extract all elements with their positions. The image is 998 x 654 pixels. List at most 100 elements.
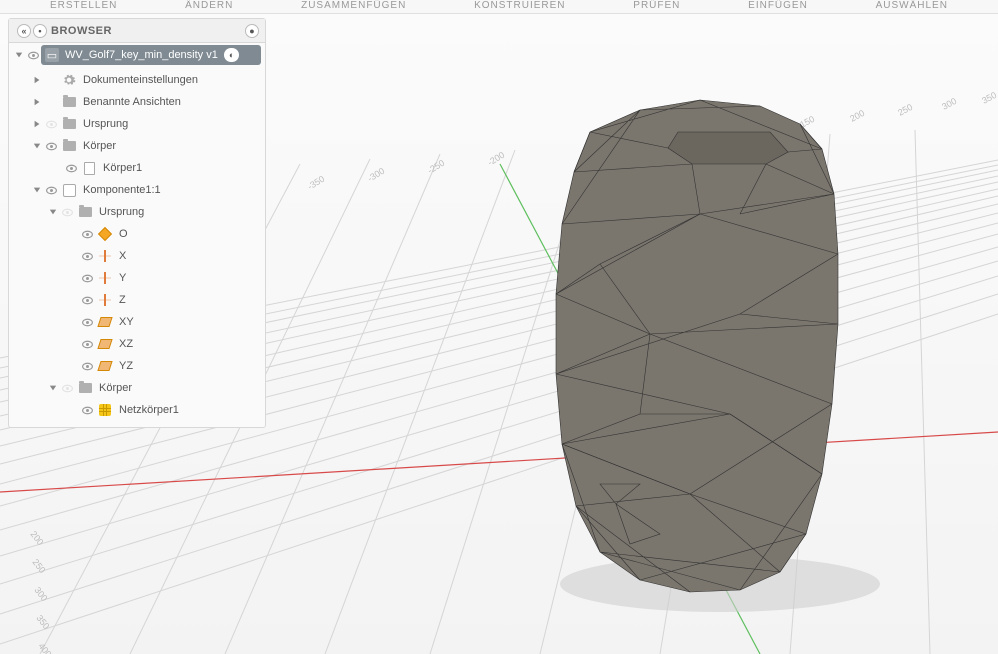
caret-icon[interactable] bbox=[47, 382, 59, 394]
tree-plane-xz[interactable]: XZ bbox=[9, 333, 265, 355]
document-icon: ▭ bbox=[45, 48, 59, 62]
menu-konstruieren[interactable]: KONSTRUIEREN bbox=[444, 0, 595, 11]
root-component-chip[interactable]: ▭ WV_Golf7_key_min_density v1 ◐ bbox=[41, 45, 261, 65]
panel-collapse-icon[interactable]: ● bbox=[245, 24, 259, 38]
folder-icon bbox=[77, 204, 93, 220]
tree-axis-x[interactable]: X bbox=[9, 245, 265, 267]
tree-label: Z bbox=[117, 294, 126, 306]
eye-icon[interactable] bbox=[79, 402, 95, 418]
eye-icon[interactable] bbox=[25, 47, 41, 63]
root-name: WV_Golf7_key_min_density v1 bbox=[65, 49, 218, 61]
tree-label: Dokumenteinstellungen bbox=[81, 74, 198, 86]
caret-icon[interactable] bbox=[31, 184, 43, 196]
axis-icon bbox=[97, 270, 113, 286]
body-icon bbox=[81, 160, 97, 176]
tree-label: Ursprung bbox=[97, 206, 144, 218]
eye-icon[interactable] bbox=[79, 226, 95, 242]
folder-icon bbox=[61, 94, 77, 110]
eye-icon[interactable] bbox=[79, 336, 95, 352]
tree-named-views[interactable]: Benannte Ansichten bbox=[9, 91, 265, 113]
eye-icon[interactable] bbox=[79, 248, 95, 264]
svg-text:300: 300 bbox=[32, 585, 49, 603]
mesh-icon bbox=[97, 402, 113, 418]
eye-off-icon[interactable] bbox=[59, 204, 75, 220]
menu-auswaehlen[interactable]: AUSWÄHLEN bbox=[846, 0, 978, 11]
folder-icon bbox=[77, 380, 93, 396]
tree-plane-yz[interactable]: YZ bbox=[9, 355, 265, 377]
tree-label: Körper1 bbox=[101, 162, 142, 174]
origin-point-icon bbox=[97, 226, 113, 242]
root-badge[interactable]: ◐ bbox=[224, 48, 239, 62]
caret-icon[interactable] bbox=[31, 74, 43, 86]
menu-einfuegen[interactable]: EINFÜGEN bbox=[718, 0, 838, 11]
caret-icon[interactable] bbox=[31, 140, 43, 152]
browser-panel: « • BROWSER ● ▭ WV_Golf7_key_min_density… bbox=[8, 18, 266, 428]
eye-off-icon[interactable] bbox=[59, 380, 75, 396]
history-back-icon[interactable]: « bbox=[17, 24, 31, 38]
eye-icon[interactable] bbox=[43, 182, 59, 198]
history-fwd-icon[interactable]: • bbox=[33, 24, 47, 38]
tree-label: Netzkörper1 bbox=[117, 404, 179, 416]
svg-text:-250: -250 bbox=[426, 158, 447, 176]
tree-origin[interactable]: Ursprung bbox=[9, 113, 265, 135]
tree-meshbody1[interactable]: Netzkörper1 bbox=[9, 399, 265, 421]
tree-comp-bodies[interactable]: Körper bbox=[9, 377, 265, 399]
eye-icon[interactable] bbox=[79, 314, 95, 330]
eye-icon[interactable] bbox=[79, 292, 95, 308]
tree-axis-y[interactable]: Y bbox=[9, 267, 265, 289]
browser-title: BROWSER bbox=[47, 25, 243, 37]
menu-zusammenfuegen[interactable]: ZUSAMMENFÜGEN bbox=[271, 0, 436, 11]
caret-icon[interactable] bbox=[31, 118, 43, 130]
plane-icon bbox=[97, 336, 113, 352]
eye-icon[interactable] bbox=[43, 138, 59, 154]
svg-text:200: 200 bbox=[848, 108, 866, 124]
caret-icon[interactable] bbox=[31, 96, 43, 108]
caret-icon[interactable] bbox=[13, 49, 25, 61]
menu-pruefen[interactable]: PRÜFEN bbox=[603, 0, 710, 11]
svg-text:250: 250 bbox=[30, 557, 47, 575]
tree-plane-xy[interactable]: XY bbox=[9, 311, 265, 333]
menu-aendern[interactable]: ÄNDERN bbox=[155, 0, 263, 11]
eye-icon[interactable] bbox=[63, 160, 79, 176]
svg-text:350: 350 bbox=[34, 613, 51, 631]
svg-text:250: 250 bbox=[896, 102, 914, 118]
tree-label: Benannte Ansichten bbox=[81, 96, 181, 108]
tree-label: X bbox=[117, 250, 126, 262]
svg-text:-300: -300 bbox=[366, 166, 387, 184]
tree-label: XY bbox=[117, 316, 134, 328]
mesh-body-netzkoerper1[interactable] bbox=[556, 100, 838, 592]
svg-text:400: 400 bbox=[36, 641, 53, 654]
top-menubar: ERSTELLEN ÄNDERN ZUSAMMENFÜGEN KONSTRUIE… bbox=[0, 0, 998, 14]
tree-origin-o[interactable]: O bbox=[9, 223, 265, 245]
tree-label: Y bbox=[117, 272, 126, 284]
tree-label: Komponente1:1 bbox=[81, 184, 161, 196]
tree-label: O bbox=[117, 228, 128, 240]
eye-icon[interactable] bbox=[79, 270, 95, 286]
tree-comp-origin[interactable]: Ursprung bbox=[9, 201, 265, 223]
tree-component1[interactable]: Komponente1:1 bbox=[9, 179, 265, 201]
svg-text:300: 300 bbox=[940, 96, 958, 112]
caret-icon[interactable] bbox=[47, 206, 59, 218]
menu-erstellen[interactable]: ERSTELLEN bbox=[20, 0, 147, 11]
tree-axis-z[interactable]: Z bbox=[9, 289, 265, 311]
axis-icon bbox=[97, 292, 113, 308]
tree-bodies[interactable]: Körper bbox=[9, 135, 265, 157]
svg-text:-200: -200 bbox=[486, 150, 507, 168]
tree-label: Körper bbox=[97, 382, 132, 394]
svg-text:-350: -350 bbox=[306, 174, 327, 192]
tree-label: YZ bbox=[117, 360, 133, 372]
plane-icon bbox=[97, 314, 113, 330]
component-icon bbox=[61, 182, 77, 198]
gear-icon bbox=[61, 72, 77, 88]
tree-label: XZ bbox=[117, 338, 133, 350]
eye-off-icon[interactable] bbox=[43, 116, 59, 132]
tree-body1[interactable]: Körper1 bbox=[9, 157, 265, 179]
tree-label: Körper bbox=[81, 140, 116, 152]
folder-icon bbox=[61, 116, 77, 132]
eye-icon[interactable] bbox=[79, 358, 95, 374]
axis-icon bbox=[97, 248, 113, 264]
browser-header[interactable]: « • BROWSER ● bbox=[9, 19, 265, 43]
tree-doc-settings[interactable]: Dokumenteinstellungen bbox=[9, 69, 265, 91]
svg-text:350: 350 bbox=[980, 90, 998, 106]
svg-text:200: 200 bbox=[28, 529, 45, 547]
